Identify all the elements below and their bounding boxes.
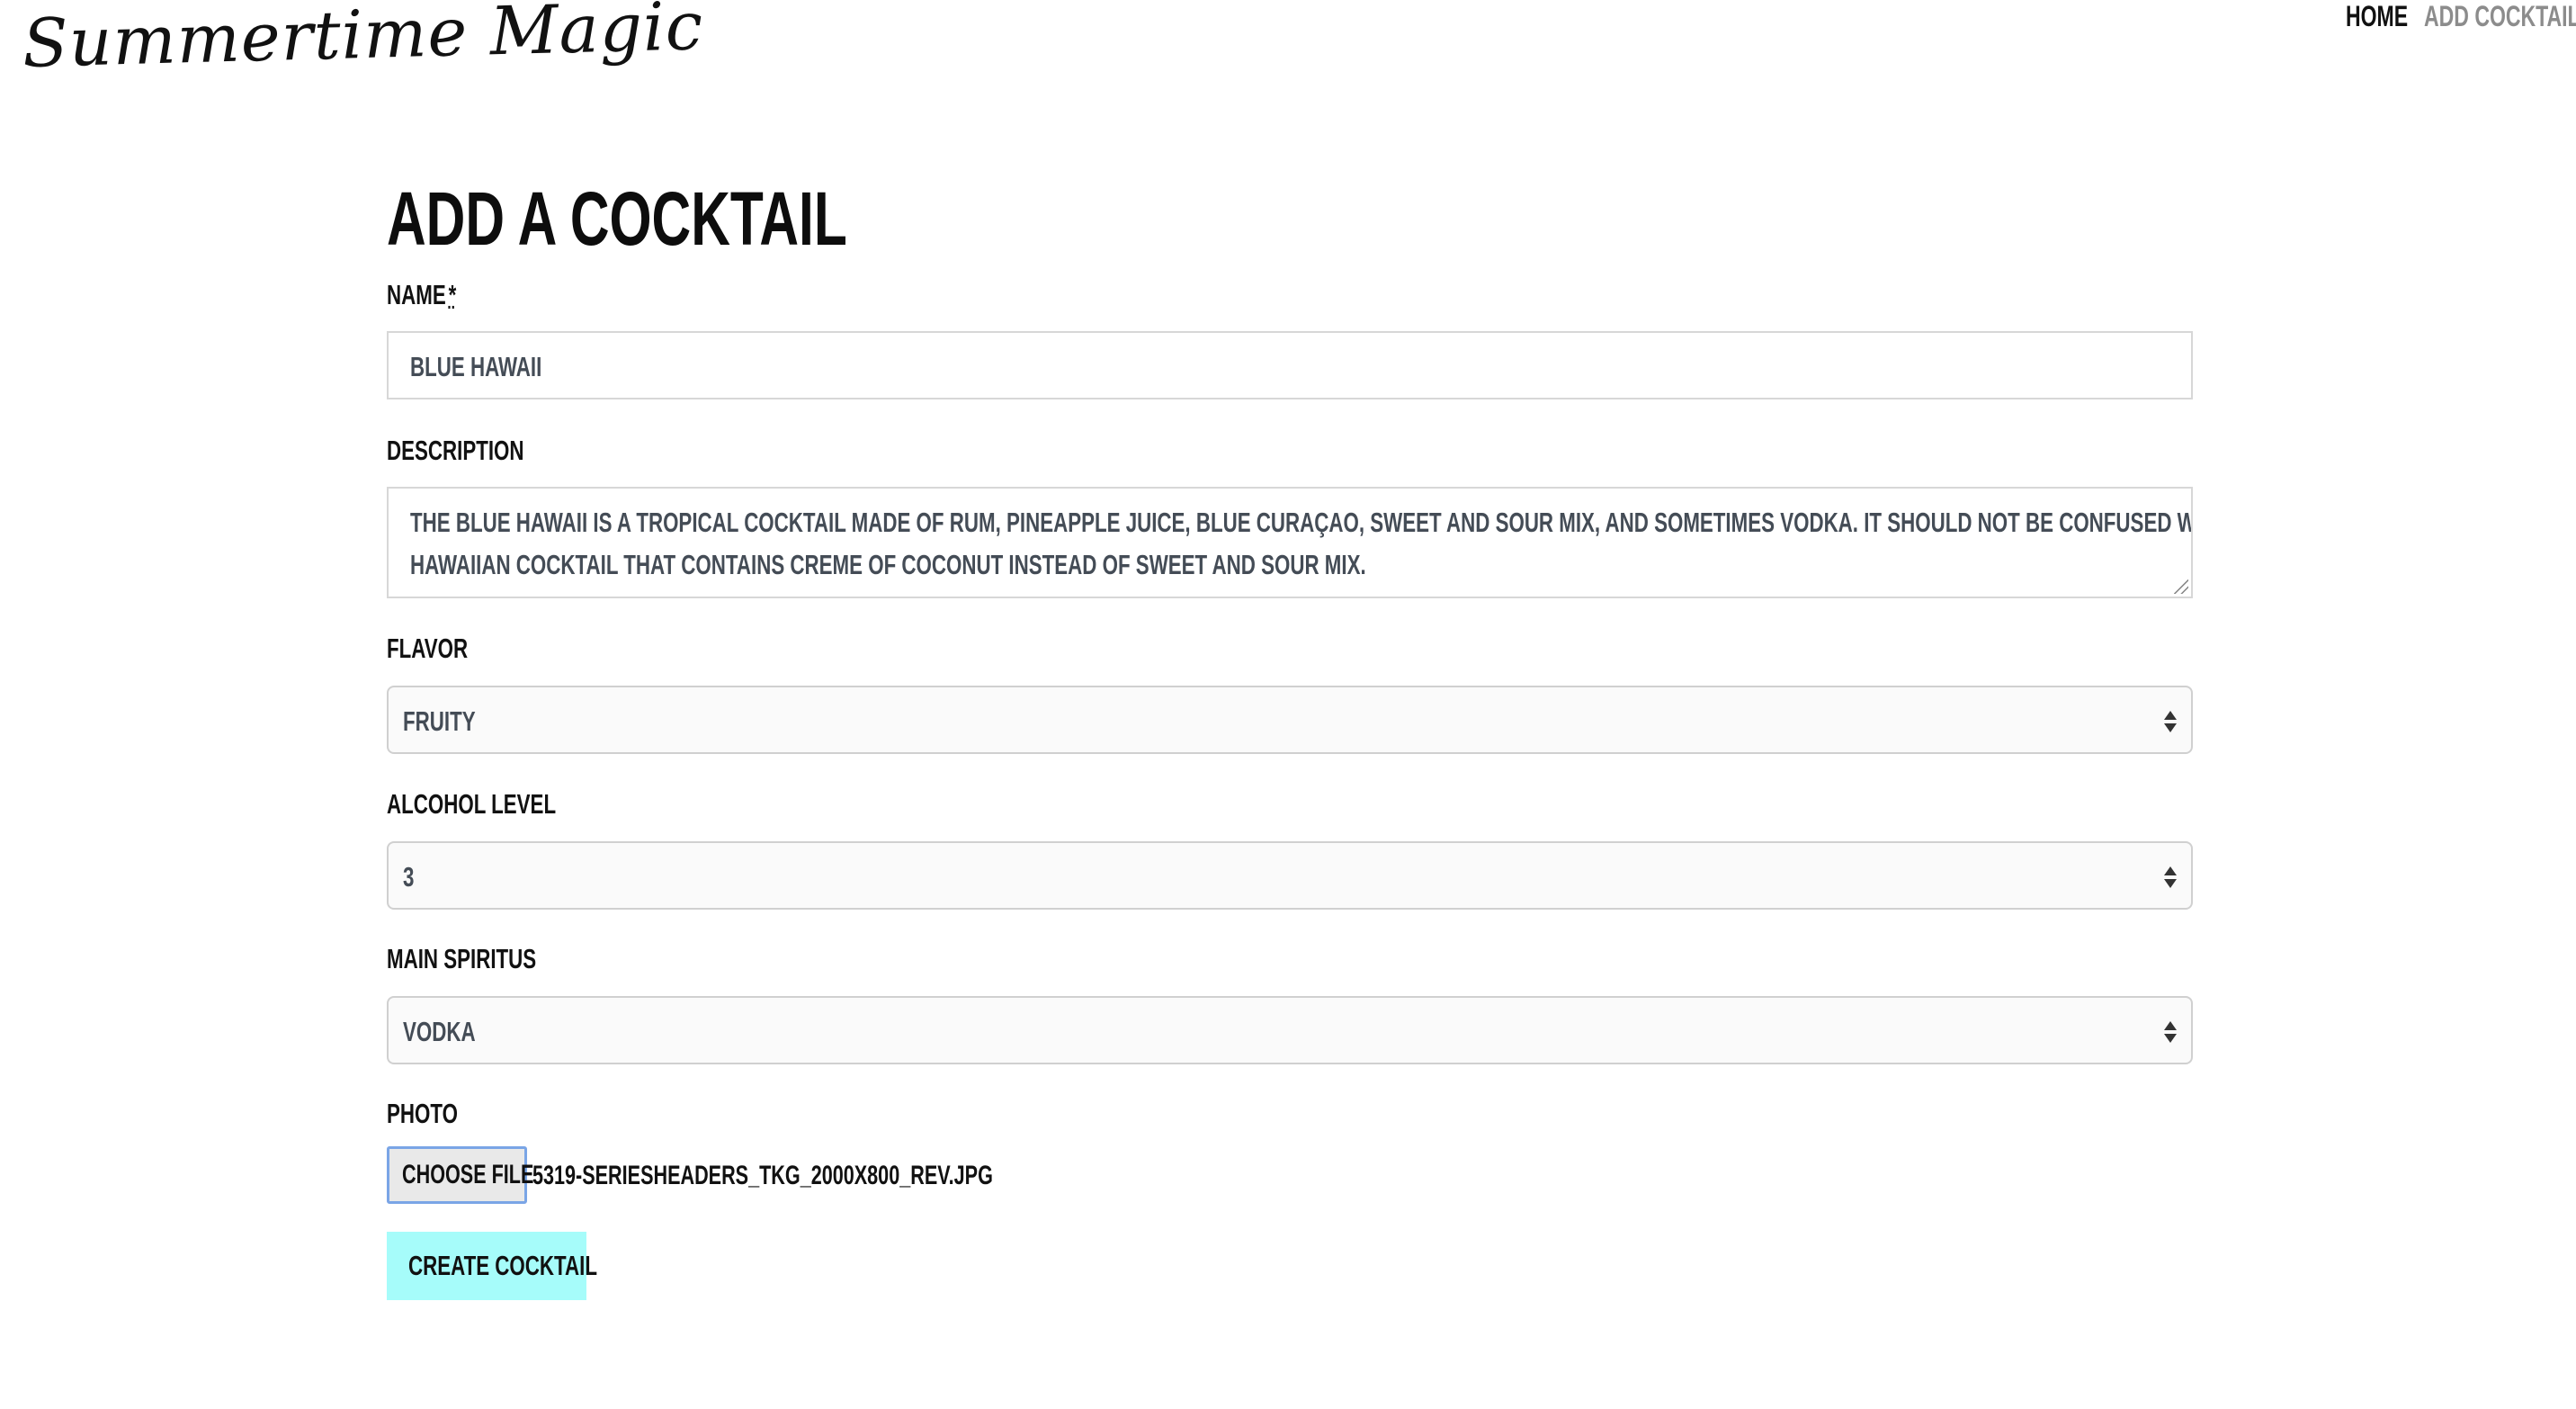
site-logo[interactable]: Summertime Magic <box>22 0 704 83</box>
flavor-select[interactable]: FRUITY <box>387 686 2193 754</box>
choose-file-button[interactable]: CHOOSE FILE <box>387 1146 533 1204</box>
main-spiritus-label: MAIN SPIRITUS <box>387 943 537 974</box>
flavor-label: FLAVOR <box>387 633 469 664</box>
select-arrows-icon <box>2162 861 2178 893</box>
create-cocktail-button[interactable]: CREATE COCKTAIL <box>387 1232 597 1300</box>
select-arrows-icon <box>2162 1016 2178 1048</box>
name-label: NAME* <box>387 279 457 310</box>
photo-label: PHOTO <box>387 1098 458 1129</box>
resize-handle[interactable] <box>2174 579 2188 594</box>
name-input[interactable]: BLUE HAWAII <box>387 331 2193 399</box>
select-arrows-icon <box>2162 705 2178 738</box>
alcohol-level-label: ALCOHOL LEVEL <box>387 788 557 820</box>
required-mark: * <box>448 279 457 310</box>
description-textarea[interactable]: THE BLUE HAWAII IS A TROPICAL COCKTAIL M… <box>387 487 2193 598</box>
nav-home-link[interactable]: HOME <box>2346 0 2432 33</box>
alcohol-level-select[interactable]: 3 <box>387 841 2193 910</box>
selected-file-name: 5319-SERIESHEADERS_TKG_2000X800_REV.JPG <box>532 1161 993 1190</box>
main-spiritus-select[interactable]: VODKA <box>387 996 2193 1064</box>
nav-add-cocktail-link[interactable]: ADD COCKTAIL <box>2424 0 2576 33</box>
page-title: ADD A COCKTAIL <box>387 176 847 261</box>
description-label: DESCRIPTION <box>387 435 524 466</box>
